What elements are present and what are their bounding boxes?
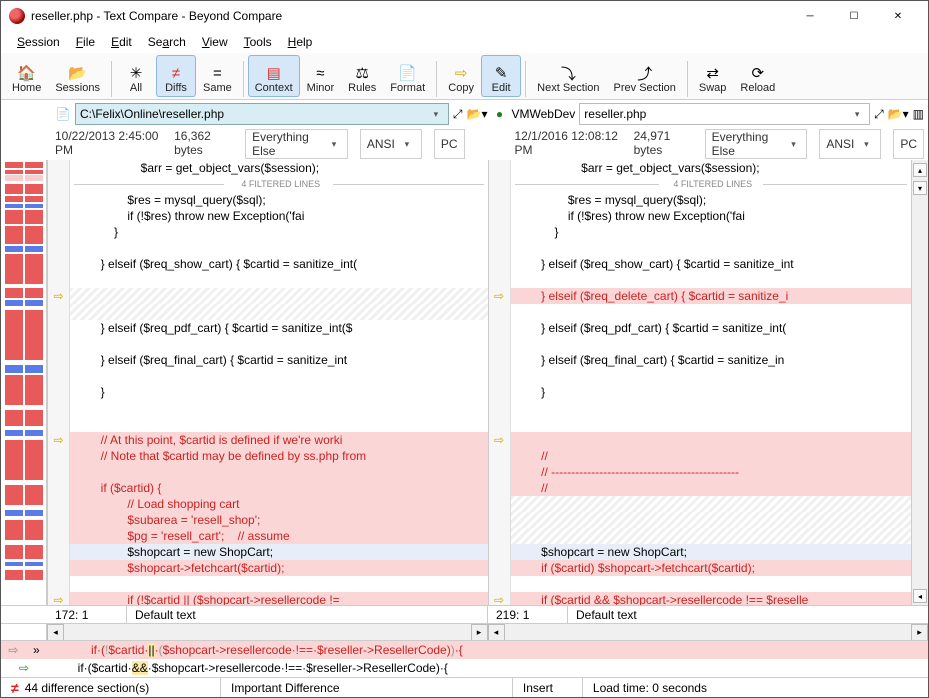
right-hscroll[interactable]: ◂▸ [488,624,929,640]
menu-search[interactable]: Search [142,33,192,51]
prev-section-button[interactable]: ⤴Prev Section [607,55,683,97]
left-bytes: 16,362 bytes [174,129,233,159]
arrow-right-icon: ⇨ [19,661,29,675]
left-path-input[interactable]: C:\Felix\Online\reseller.php▾ [75,103,449,125]
edit-icon: ✎ [491,64,511,82]
title-bar: reseller.php - Text Compare - Beyond Com… [1,1,928,31]
right-date: 12/1/2016 12:08:12 PM [515,129,622,159]
minor-icon: ≈ [310,64,330,82]
right-enc-select[interactable]: ANSI▾ [819,129,881,159]
merge-row-right[interactable]: ⇨ if·($cartid·&&·$shopcart->resellercode… [1,659,928,677]
reload-button[interactable]: ⟳Reload [733,55,782,97]
right-pane: ⇨⇨⇨ $arr = get_object_vars($session);4 F… [488,160,929,605]
scroll-down-icon[interactable]: ▾ [913,181,927,195]
left-file-icon: 📄 [55,106,71,122]
next-section-button[interactable]: ⤵Next Section [530,55,606,97]
same-button[interactable]: =Same [196,55,239,97]
context-icon: ▤ [264,64,284,82]
vertical-scrollbar[interactable]: ▴ ▾ ◂ [911,160,928,605]
rules-button[interactable]: ⚖Rules [341,55,383,97]
right-code[interactable]: $arr = get_object_vars($session);4 FILTE… [511,160,912,605]
menu-bar: Session File Edit Search View Tools Help [1,31,928,53]
diffs-button[interactable]: ≠Diffs [156,55,196,97]
status-bar: ≠ 44 difference section(s) Important Diff… [1,677,928,697]
home-button[interactable]: 🏠Home [5,55,48,97]
maximize-button[interactable]: ☐ [832,1,876,31]
copy-icon: ⇨ [451,64,471,82]
right-filter-select[interactable]: Everything Else▾ [705,129,808,159]
menu-tools[interactable]: Tools [238,33,278,51]
left-eol-select[interactable]: PC [434,129,465,159]
menu-help[interactable]: Help [282,33,319,51]
minor-button[interactable]: ≈Minor [300,55,342,97]
scroll-left-icon[interactable]: ◂ [913,589,927,603]
horizontal-scrollbars: ◂▸ ◂▸ [1,623,928,640]
left-enc-select[interactable]: ANSI▾ [360,129,422,159]
toolbar: 🏠Home 📂Sessions ✳All ≠Diffs =Same ▤Conte… [1,53,928,100]
left-cursor-pos: 172: 1 [47,606,127,623]
format-icon: 📄 [398,64,418,82]
diffs-icon: ≠ [166,64,186,82]
main-area: ⇨⇨⇨ $arr = get_object_vars($session);4 F… [1,160,928,605]
right-bytes: 24,971 bytes [634,129,693,159]
menu-edit[interactable]: Edit [105,33,138,51]
app-icon [9,8,25,24]
reload-icon: ⟳ [748,64,768,82]
merge-row-left[interactable]: ⇨» if·(!$cartid·||·($shopcart->resellerc… [1,641,928,659]
window-title: reseller.php - Text Compare - Beyond Com… [31,9,788,23]
right-kind: Default text [568,606,928,623]
all-button[interactable]: ✳All [116,55,156,97]
swap-icon: ⇄ [703,64,723,82]
load-time: Load time: 0 seconds [583,678,928,697]
path-row: 📄 C:\Felix\Online\reseller.php▾ ⤢ 📂▾ ● V… [1,100,928,128]
same-icon: = [207,64,227,82]
right-source-label: VMWebDev [512,107,576,121]
next-icon: ⤵ [558,64,578,82]
format-button[interactable]: 📄Format [383,55,432,97]
left-gutter[interactable]: ⇨⇨⇨ [48,160,70,605]
left-expand-icon[interactable]: ⤢ [453,107,463,122]
all-icon: ✳ [126,64,146,82]
not-equal-icon: ≠ [11,680,19,696]
left-kind: Default text [127,606,488,623]
meta-row: 10/22/2013 2:45:00 PM 16,362 bytes Every… [1,128,928,160]
sessions-button[interactable]: 📂Sessions [48,55,107,97]
minimize-button[interactable]: ─ [788,1,832,31]
left-date: 10/22/2013 2:45:00 PM [55,129,162,159]
right-cursor-pos: 219: 1 [488,606,568,623]
insert-mode: Insert [513,678,583,697]
left-pane: ⇨⇨⇨ $arr = get_object_vars($session);4 F… [47,160,488,605]
position-row: 172: 1 Default text 219: 1 Default text [1,605,928,623]
edit-button[interactable]: ✎Edit [481,55,521,97]
close-button[interactable]: ✕ [876,1,920,31]
right-more-icon[interactable]: ▥ [913,107,924,121]
merge-panel: ⇨» if·(!$cartid·||·($shopcart->resellerc… [1,640,928,677]
right-browse-icon[interactable]: 📂▾ [888,107,909,121]
thumbnail-overview[interactable] [1,160,47,605]
arrow-right-icon: ⇨ [8,643,18,657]
menu-file[interactable]: File [70,33,101,51]
right-eol-select[interactable]: PC [893,129,924,159]
left-code[interactable]: $arr = get_object_vars($session);4 FILTE… [70,160,488,605]
right-path-input[interactable]: reseller.php▾ [579,103,870,125]
context-button[interactable]: ▤Context [248,55,300,97]
left-hscroll[interactable]: ◂▸ [47,624,488,640]
right-expand-icon[interactable]: ⤢ [874,107,884,122]
swap-button[interactable]: ⇄Swap [692,55,734,97]
home-icon: 🏠 [17,64,37,82]
menu-session[interactable]: Session [11,33,66,51]
left-browse-icon[interactable]: 📂▾ [467,107,488,121]
left-filter-select[interactable]: Everything Else▾ [245,129,348,159]
sessions-icon: 📂 [68,64,88,82]
scroll-up-icon[interactable]: ▴ [913,163,927,177]
diff-type: Important Difference [221,678,513,697]
copy-button[interactable]: ⇨Copy [441,55,481,97]
menu-view[interactable]: View [196,33,234,51]
prev-icon: ⤴ [635,64,655,82]
rules-icon: ⚖ [352,64,372,82]
diff-count: 44 difference section(s) [25,681,150,695]
right-gutter[interactable]: ⇨⇨⇨ [489,160,511,605]
right-source-icon: ● [492,106,508,122]
